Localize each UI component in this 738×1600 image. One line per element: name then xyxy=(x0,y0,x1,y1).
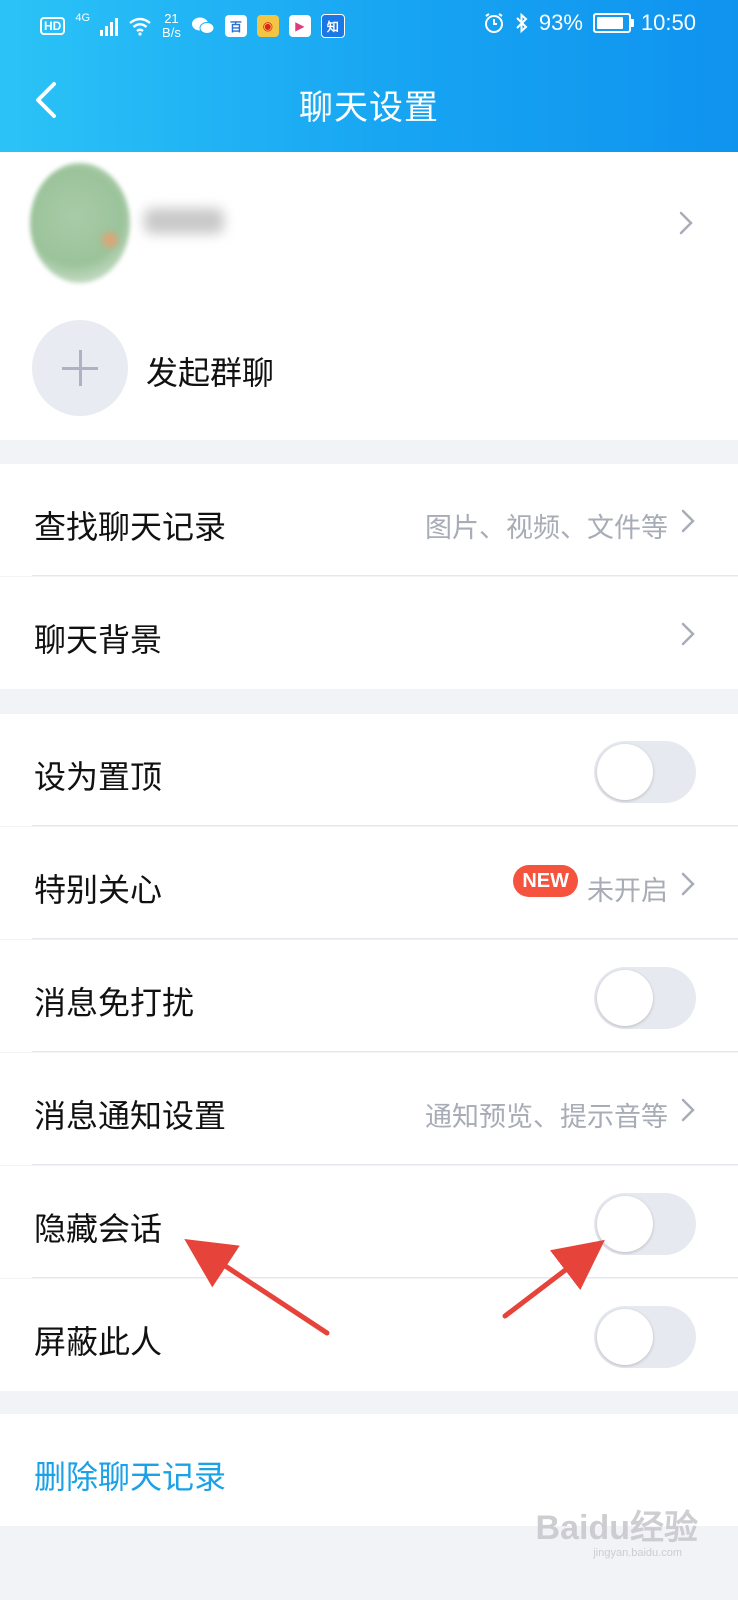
chat-background-row[interactable]: 聊天背景 xyxy=(0,577,738,689)
toggle-knob xyxy=(597,1196,653,1252)
cell-signal-icon xyxy=(100,16,119,36)
chevron-right-icon xyxy=(681,509,695,533)
chevron-right-icon[interactable] xyxy=(678,210,694,236)
divider xyxy=(32,1051,738,1052)
toggle-knob xyxy=(597,970,653,1026)
page-title: 聊天设置 xyxy=(299,89,439,127)
do-not-disturb-row: 消息免打扰 xyxy=(0,940,738,1052)
special-care-label: 特别关心 xyxy=(34,872,163,908)
video-app-icon: ◉ xyxy=(256,15,279,37)
notification-settings-label: 消息通知设置 xyxy=(34,1098,227,1134)
block-user-label: 屏蔽此人 xyxy=(34,1324,163,1360)
pin-top-row: 设为置顶 xyxy=(0,714,738,826)
battery-icon xyxy=(592,13,634,33)
pin-top-toggle[interactable] xyxy=(594,741,696,803)
clock: 10:50 xyxy=(640,10,696,35)
network-speed-unit: B/s xyxy=(162,25,181,40)
delete-history-label: 删除聊天记录 xyxy=(34,1459,227,1495)
bluetooth-icon xyxy=(516,12,528,34)
new-badge: NEW xyxy=(513,865,578,897)
alarm-icon xyxy=(484,13,503,33)
baidu-watermark-url: jingyan.baidu.com xyxy=(593,1547,682,1559)
divider xyxy=(32,825,738,826)
battery-percent: 93% xyxy=(538,10,583,35)
block-user-toggle[interactable] xyxy=(594,1306,696,1368)
contact-avatar[interactable] xyxy=(30,163,130,283)
divider xyxy=(32,938,738,939)
status-right: 93% 10:50 xyxy=(483,10,696,36)
wechat-icon xyxy=(191,17,215,34)
hide-conversation-label: 隐藏会话 xyxy=(34,1211,163,1247)
search-history-row[interactable]: 查找聊天记录 图片、视频、文件等 xyxy=(0,464,738,576)
special-care-row[interactable]: 特别关心 NEW 未开启 xyxy=(0,827,738,939)
block-user-row: 屏蔽此人 xyxy=(0,1279,738,1391)
toggle-knob xyxy=(597,744,653,800)
add-group-label: 发起群聊 xyxy=(146,355,275,391)
do-not-disturb-toggle[interactable] xyxy=(594,967,696,1029)
status-bar: HD 4G 21 B/s 百 ◉ ▶ 知 93% 10:50 xyxy=(0,0,738,52)
network-speed: 21 B/s xyxy=(162,12,181,40)
search-history-label: 查找聊天记录 xyxy=(34,509,227,545)
chevron-right-icon xyxy=(681,622,695,646)
notification-settings-row[interactable]: 消息通知设置 通知预览、提示音等 xyxy=(0,1053,738,1165)
notification-settings-hint: 通知预览、提示音等 xyxy=(425,1102,668,1132)
search-history-hint: 图片、视频、文件等 xyxy=(425,513,668,543)
avatar-decoration xyxy=(102,232,118,248)
do-not-disturb-label: 消息免打扰 xyxy=(34,985,195,1021)
chevron-right-icon xyxy=(681,872,695,896)
wifi-icon xyxy=(129,17,151,36)
pin-top-label: 设为置顶 xyxy=(34,759,163,795)
play-app-icon: ▶ xyxy=(288,15,311,37)
news-app-icon: 百 xyxy=(224,15,247,37)
divider xyxy=(32,1164,738,1165)
hd-indicator: HD xyxy=(40,17,66,35)
zhihu-app-icon: 知 xyxy=(320,14,345,38)
toggle-knob xyxy=(597,1309,653,1365)
contact-name-blurred[interactable] xyxy=(144,208,224,234)
add-group-button[interactable] xyxy=(32,320,128,416)
hide-conversation-row: 隐藏会话 xyxy=(0,1166,738,1278)
network-type: 4G xyxy=(75,12,91,24)
special-care-status: 未开启 xyxy=(587,876,668,906)
baidu-watermark: Baidu经验 xyxy=(535,1509,698,1547)
chevron-right-icon xyxy=(681,1098,695,1122)
divider xyxy=(32,575,738,576)
network-speed-value: 21 xyxy=(164,11,179,26)
status-left: HD 4G 21 B/s 百 ◉ ▶ 知 xyxy=(40,12,345,40)
chat-background-label: 聊天背景 xyxy=(34,622,163,658)
divider xyxy=(32,1277,738,1278)
top-bar: HD 4G 21 B/s 百 ◉ ▶ 知 93% 10:50 聊天设置 xyxy=(0,0,738,152)
hide-conversation-toggle[interactable] xyxy=(594,1193,696,1255)
